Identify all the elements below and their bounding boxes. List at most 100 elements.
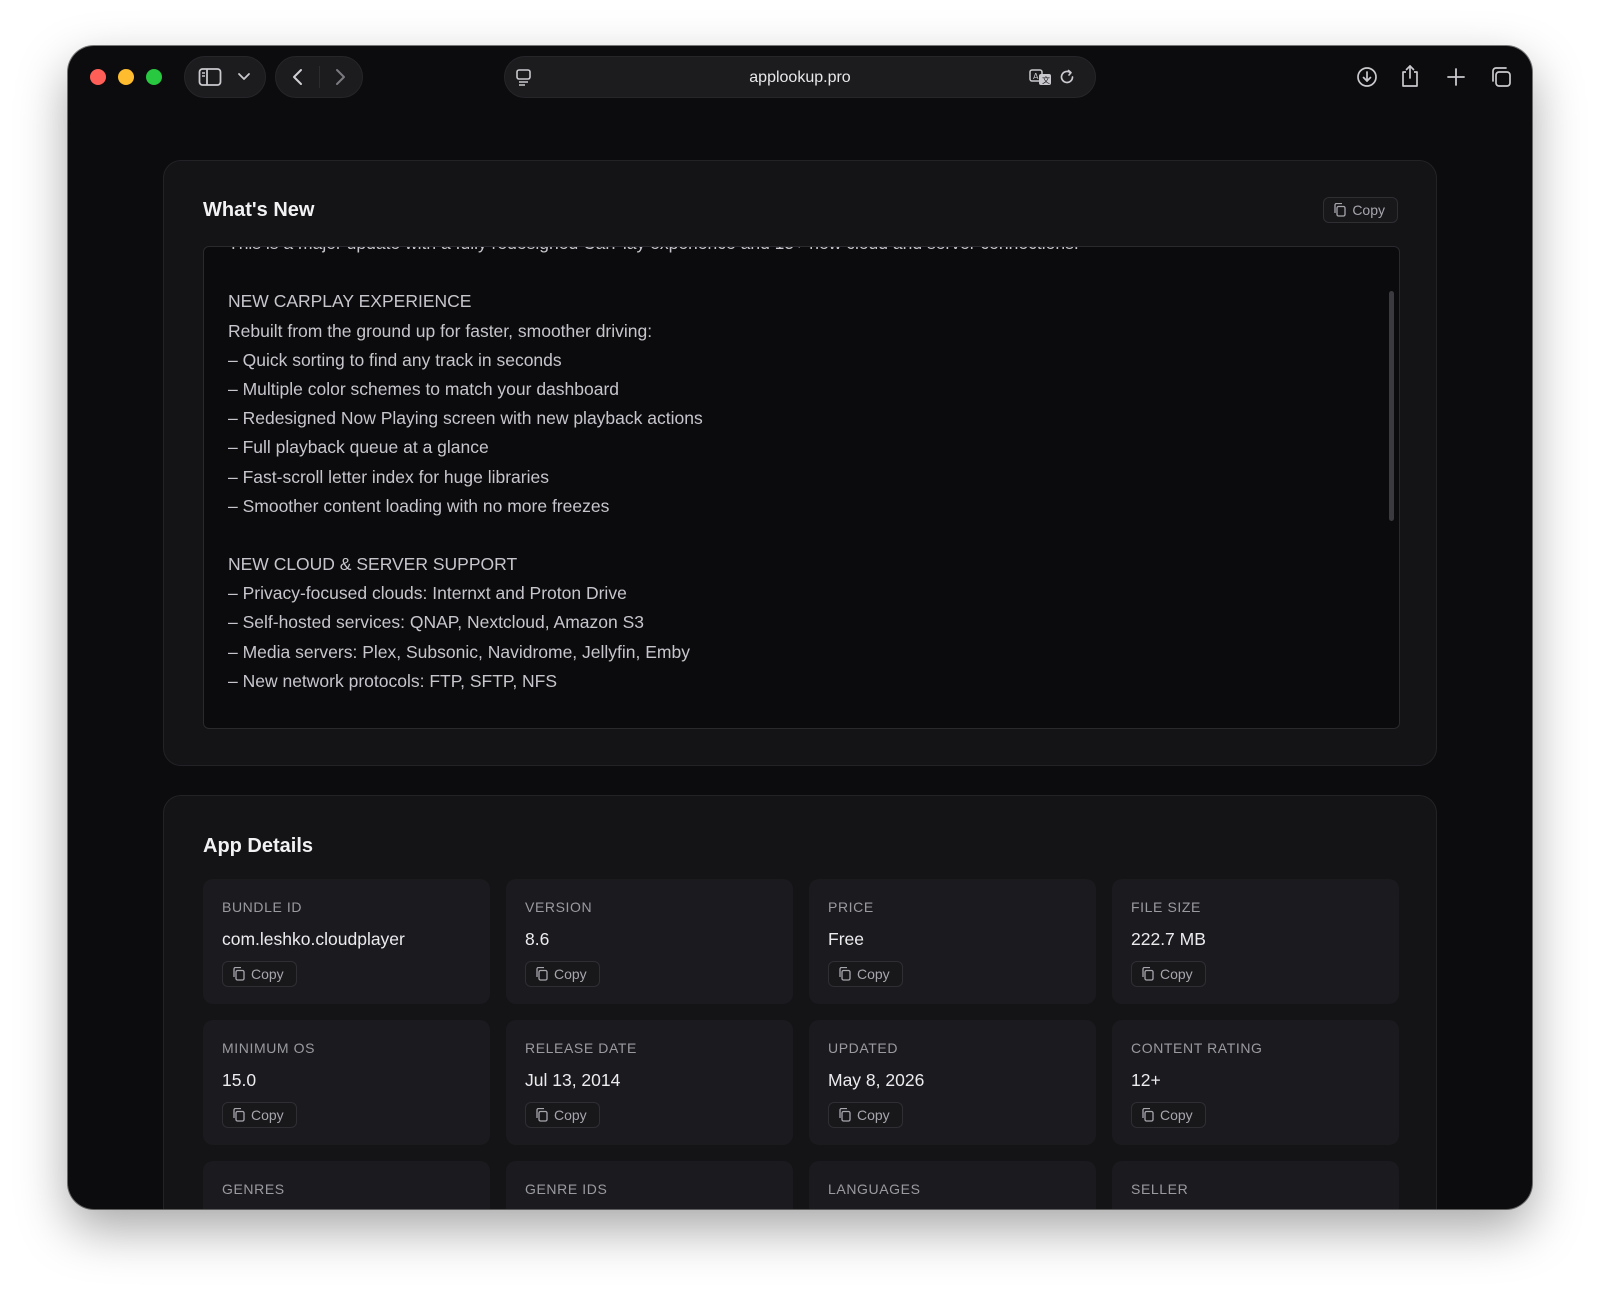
svg-text:文: 文 [1042,75,1050,85]
detail-label: RELEASE DATE [525,1040,637,1056]
address-bar[interactable]: applookup.pro A文 [504,56,1096,98]
release-note-line: – Self-hosted services: QNAP, Nextcloud,… [228,612,644,633]
whats-new-title: What's New [203,199,315,221]
detail-value: Jul 13, 2014 [525,1070,621,1090]
svg-text:A: A [1033,72,1039,81]
back-arrow-icon[interactable] [290,67,306,87]
browser-toolbar: applookup.pro A文 [68,46,1532,110]
copy-label: Copy [554,1107,587,1123]
detail-label: MINIMUM OS [222,1040,316,1056]
release-note-line: – Media servers: Plex, Subsonic, Navidro… [228,641,690,662]
detail-label: PRICE [828,899,874,915]
sidebar-toggle-group [184,56,266,98]
detail-value: 6011, 6002 [525,1208,777,1209]
minimum-os-copy-button[interactable]: Copy [222,1102,297,1128]
copy-label: Copy [857,1107,890,1123]
new-tab-plus-icon[interactable] [1446,67,1466,87]
detail-value: Music, Utilities [222,1208,474,1209]
bundle-id-copy-button[interactable]: Copy [222,961,297,987]
detail-tile-price: PRICE Free Copy [809,879,1096,1004]
detail-label: SELLER [1131,1181,1189,1197]
chevron-down-icon[interactable] [237,72,251,82]
release-note-line: NEW CARPLAY EXPERIENCE [228,291,472,312]
reload-icon[interactable] [1058,68,1076,86]
minimize-window-button[interactable] [118,69,134,85]
detail-value: Free [828,929,864,949]
copy-icon [536,967,548,981]
close-window-button[interactable] [90,69,106,85]
release-notes-text: This is a major update with a fully rede… [228,247,1369,696]
version-copy-button[interactable]: Copy [525,961,600,987]
copy-label: Copy [1352,202,1385,218]
toolbar-actions [1344,56,1520,98]
release-note-line [228,521,1369,550]
detail-value: 222.7 MB [1131,929,1206,949]
release-date-copy-button[interactable]: Copy [525,1102,600,1128]
nav-divider [319,66,320,88]
detail-tile-languages: LANGUAGES AF, SQ, AM, AR, HY, AS, AY, AZ,… [809,1161,1096,1209]
browser-window: applookup.pro A文 What's New Copy NEW CAR… [68,46,1532,1209]
whats-new-card: What's New Copy This is a major update w… [163,160,1437,766]
copy-icon [233,1108,245,1122]
detail-value: 12+ [1131,1070,1161,1090]
release-note-line: – Fast-scroll letter index for huge libr… [228,466,549,487]
release-note-line: – Redesigned Now Playing screen with new… [228,408,703,429]
detail-tile-content-rating: CONTENT RATING 12+ Copy [1112,1020,1399,1145]
copy-icon [839,1108,851,1122]
navigation-group [275,56,363,98]
release-note-line: – Smoother content loading with no more … [228,495,610,516]
detail-value: 8.6 [525,929,550,949]
detail-value: EVERAPPZ SL [1131,1208,1383,1209]
copy-label: Copy [251,966,284,982]
release-notes-textarea[interactable]: This is a major update with a fully rede… [203,246,1400,729]
detail-tile-genre-ids: GENRE IDS6011, 6002Copy [506,1161,793,1209]
file-size-copy-button[interactable]: Copy [1131,961,1206,987]
detail-tile-release-date: RELEASE DATE Jul 13, 2014 Copy [506,1020,793,1145]
release-note-line: – Privacy-focused clouds: Internxt and P… [228,583,627,604]
share-icon[interactable] [1400,64,1420,88]
detail-value: com.leshko.cloudplayer [222,929,405,949]
detail-value: AF, SQ, AM, AR, HY, AS, AY, AZ, BM, EU, … [828,1208,1080,1209]
detail-label: BUNDLE ID [222,899,303,915]
detail-tile-minimum-os: MINIMUM OS 15.0 Copy [203,1020,490,1145]
copy-label: Copy [1160,1107,1193,1123]
updated-copy-button[interactable]: Copy [828,1102,903,1128]
release-note-line: – New network protocols: FTP, SFTP, NFS [228,670,558,691]
copy-icon [1334,203,1346,217]
url-text[interactable]: applookup.pro [505,69,1095,87]
detail-label: GENRE IDS [525,1181,608,1197]
detail-value: May 8, 2026 [828,1070,925,1090]
detail-label: FILE SIZE [1131,899,1201,915]
release-note-line: – Multiple color schemes to match your d… [228,378,620,399]
sidebar-icon[interactable] [198,67,222,87]
copy-label: Copy [554,966,587,982]
detail-label: CONTENT RATING [1131,1040,1263,1056]
detail-tile-file-size: FILE SIZE 222.7 MB Copy [1112,879,1399,1004]
detail-label: LANGUAGES [828,1181,921,1197]
content-rating-copy-button[interactable]: Copy [1131,1102,1206,1128]
zoom-window-button[interactable] [146,69,162,85]
copy-icon [1142,1108,1154,1122]
downloads-icon[interactable] [1356,66,1378,88]
notes-scrollbar[interactable] [1389,291,1394,521]
forward-arrow-icon[interactable] [332,67,348,87]
copy-label: Copy [857,966,890,982]
copy-icon [233,967,245,981]
detail-label: VERSION [525,899,593,915]
release-note-line: – Full playback queue at a glance [228,437,489,458]
translate-icon[interactable]: A文 [1029,68,1053,86]
app-details-card: App Details BUNDLE ID com.leshko.cloudpla… [163,795,1437,1209]
release-note-line: This is a major update with a fully rede… [228,247,1369,258]
detail-tile-updated: UPDATED May 8, 2026 Copy [809,1020,1096,1145]
app-details-title: App Details [203,835,314,857]
release-note-line: Rebuilt from the ground up for faster, s… [228,320,653,341]
tab-overview-icon[interactable] [1490,66,1512,88]
page-content: What's New Copy This is a major update w… [68,110,1532,1209]
copy-label: Copy [251,1107,284,1123]
whats-new-copy-button[interactable]: Copy [1323,197,1398,223]
detail-tile-bundle-id: BUNDLE ID com.leshko.cloudplayer Copy [203,879,490,1004]
detail-label: GENRES [222,1181,285,1197]
copy-icon [536,1108,548,1122]
detail-tile-version: VERSION 8.6 Copy [506,879,793,1004]
price-copy-button[interactable]: Copy [828,961,903,987]
